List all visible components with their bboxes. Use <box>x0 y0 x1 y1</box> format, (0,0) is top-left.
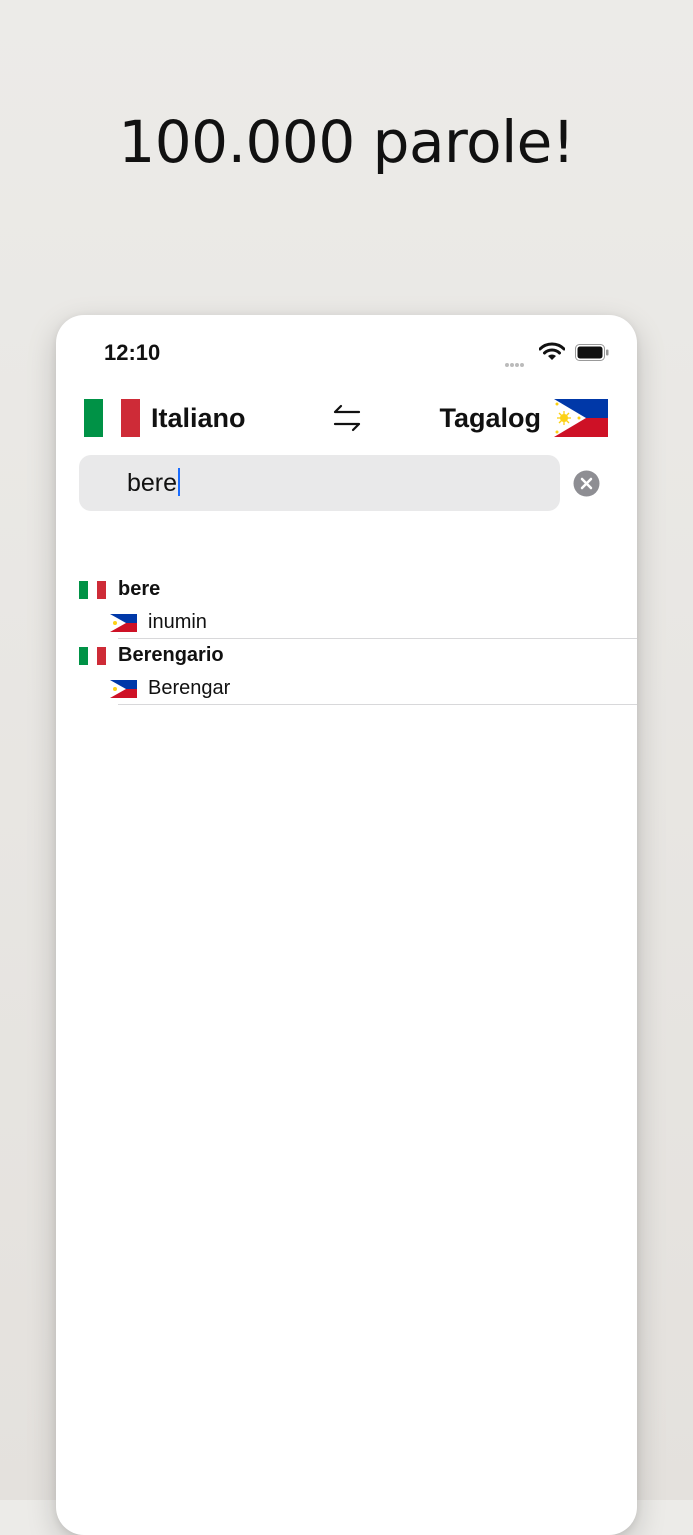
search-value: bere <box>127 468 181 498</box>
results-list: bere inumin Berengario Berengar <box>56 573 637 705</box>
italy-flag-icon[interactable] <box>84 399 141 437</box>
wifi-icon <box>539 342 565 360</box>
source-word: Berengario <box>118 644 224 666</box>
battery-icon <box>575 344 609 361</box>
text-caret <box>178 468 181 496</box>
source-language-button[interactable]: Italiano <box>151 403 246 434</box>
status-time: 12:10 <box>104 340 161 365</box>
signal-icon <box>505 354 531 367</box>
divider <box>118 704 637 705</box>
translation: Berengar <box>148 677 231 699</box>
philippines-flag-icon <box>110 680 137 698</box>
clear-search-icon[interactable] <box>573 470 600 497</box>
italy-flag-icon <box>79 647 106 665</box>
swap-languages-icon[interactable] <box>330 401 364 435</box>
italy-flag-icon <box>79 581 106 599</box>
philippines-flag-icon[interactable] <box>554 399 608 437</box>
translation: inumin <box>148 611 207 633</box>
list-item[interactable]: bere inumin <box>56 573 637 639</box>
headline: 100.000 parole! <box>118 108 575 176</box>
search-input[interactable]: bere <box>79 455 560 511</box>
phone-screen: 12:10 Italiano Tagalog bere bere inumin … <box>56 315 637 1535</box>
philippines-flag-icon <box>110 614 137 632</box>
language-bar: Italiano Tagalog <box>56 397 637 439</box>
list-item[interactable]: Berengario Berengar <box>56 639 637 705</box>
target-language-button[interactable]: Tagalog <box>439 403 541 434</box>
source-word: bere <box>118 578 161 600</box>
